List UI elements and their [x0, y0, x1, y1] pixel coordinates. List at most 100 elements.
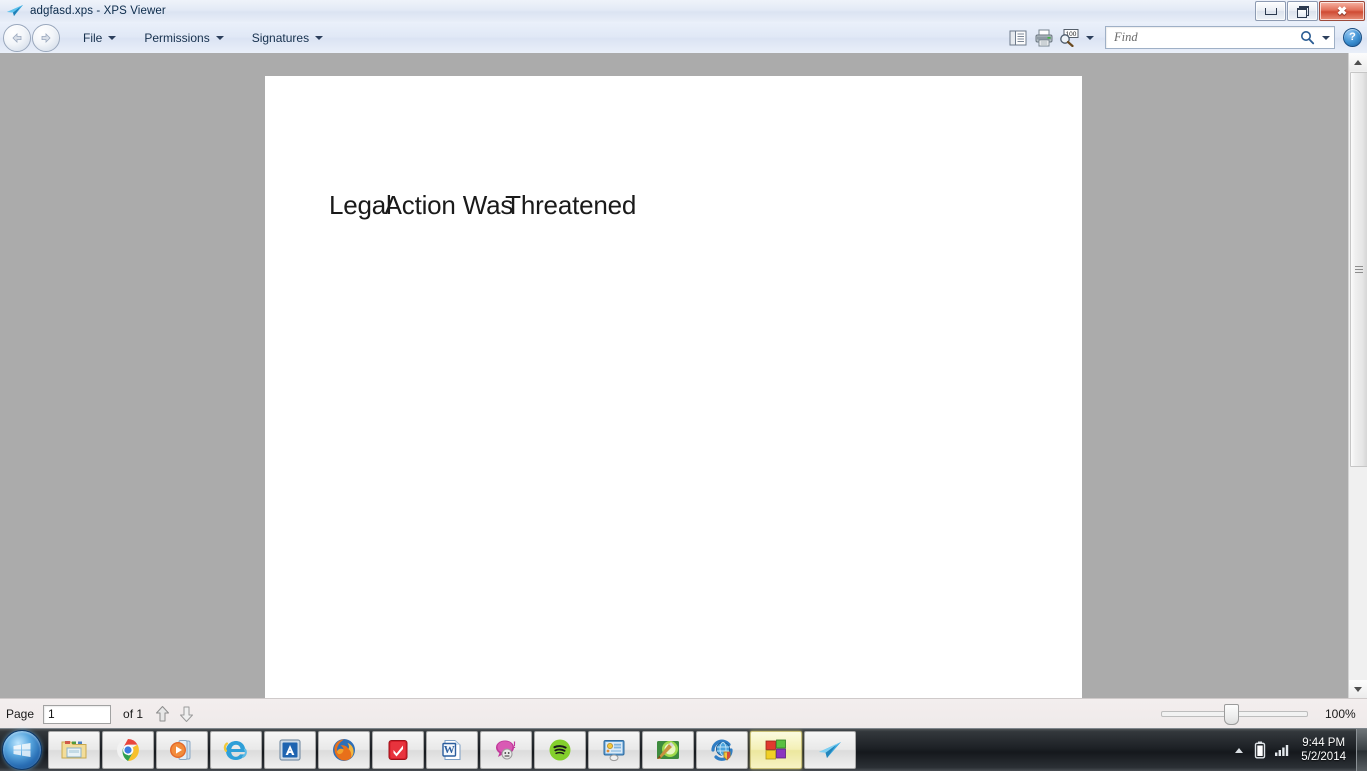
chevron-down-icon [108, 35, 117, 40]
document-word-2: Action [384, 190, 456, 220]
zoom-slider-track[interactable] [1161, 704, 1308, 725]
back-button[interactable] [3, 23, 31, 52]
vertical-scrollbar[interactable] [1348, 53, 1367, 698]
help-button[interactable]: ? [1343, 28, 1362, 47]
autodesk-app-icon [279, 739, 301, 761]
menu-signatures[interactable]: Signatures [247, 26, 328, 50]
taskbar-item-yahoo-messenger[interactable]: ! [480, 731, 532, 769]
window-title: adgfasd.xps - XPS Viewer [30, 5, 166, 17]
page-total-label: of 1 [123, 707, 144, 721]
svg-text:W: W [444, 744, 455, 756]
clock-time: 9:44 PM [1302, 737, 1346, 749]
zoom-slider-thumb[interactable] [1224, 704, 1239, 725]
page-layout-button[interactable] [1005, 25, 1031, 51]
taskbar-item-microsoft-word[interactable]: W [426, 731, 478, 769]
show-desktop-button[interactable] [1356, 729, 1367, 771]
zoom-dropdown-button[interactable] [1081, 25, 1099, 51]
print-button[interactable] [1031, 25, 1057, 51]
print-icon [1035, 29, 1053, 46]
close-button[interactable]: ✖ [1319, 1, 1365, 21]
next-page-button[interactable] [175, 703, 197, 725]
back-arrow-icon [12, 32, 22, 43]
chevron-down-icon [1322, 35, 1330, 40]
four-squares-icon [765, 739, 786, 760]
restore-icon [1297, 6, 1309, 18]
xps-viewer-window: adgfasd.xps - XPS Viewer ✖ File Permissi… [0, 0, 1367, 771]
taskbar-item-four-squares-app[interactable] [750, 731, 802, 769]
previous-page-button[interactable] [151, 703, 173, 725]
zoom-button[interactable]: 100 [1057, 25, 1081, 51]
chevron-up-icon [1235, 747, 1244, 753]
document-viewport[interactable]: LegalAction WasThreatened [0, 53, 1349, 698]
network-button[interactable] [1271, 743, 1293, 757]
toolbar-right-group: 100 Find ? [1005, 22, 1362, 53]
menu-permissions-label: Permissions [144, 30, 210, 45]
chevron-down-icon [215, 35, 224, 40]
clock-date: 5/2/2014 [1301, 751, 1346, 763]
minimize-icon [1264, 7, 1277, 15]
menu-bar: File Permissions Signatures [78, 26, 328, 50]
forward-arrow-icon [41, 32, 51, 43]
taskbar-item-security-globe-app[interactable] [696, 731, 748, 769]
clock[interactable]: 9:44 PM 5/2/2014 [1301, 736, 1346, 764]
show-hidden-icons-button[interactable] [1229, 747, 1249, 754]
taskbar-item-internet-explorer[interactable] [210, 731, 262, 769]
arrow-down-icon [179, 706, 193, 722]
taskbar-item-mozilla-firefox[interactable] [318, 731, 370, 769]
zoom-control[interactable]: 100% [1161, 699, 1359, 729]
red-check-app-icon [388, 740, 408, 760]
document-word-4: Threatened [505, 190, 637, 220]
xps-viewer-icon [5, 3, 27, 19]
navigation-buttons [3, 23, 61, 52]
taskbar-item-xps-viewer[interactable] [804, 731, 856, 769]
yahoo-messenger-icon: ! [496, 740, 516, 760]
restore-button[interactable] [1287, 1, 1318, 21]
page-number-input[interactable] [43, 704, 112, 724]
microsoft-word-icon: W [442, 740, 461, 760]
minimize-button[interactable] [1255, 1, 1286, 21]
help-icon: ? [1349, 31, 1356, 43]
security-globe-icon [711, 739, 733, 761]
paint-app-icon [657, 741, 679, 759]
xps-viewer-taskbar-icon [819, 742, 841, 758]
menu-file[interactable]: File [78, 26, 121, 50]
menu-signatures-label: Signatures [251, 30, 310, 45]
battery-icon [1255, 741, 1266, 759]
control-panel-icon [603, 740, 625, 762]
taskbar-item-file-explorer[interactable] [48, 731, 100, 769]
scrollbar-thumb[interactable] [1350, 72, 1367, 467]
svg-text:!: ! [513, 740, 516, 750]
page-label: Page [6, 707, 35, 721]
scrollbar-grip-icon [1355, 266, 1363, 273]
scroll-down-button[interactable] [1349, 680, 1367, 698]
spotify-icon [549, 739, 571, 761]
windows-media-player-icon [170, 740, 191, 760]
scroll-up-button[interactable] [1349, 53, 1367, 71]
close-icon: ✖ [1336, 4, 1348, 18]
taskbar-item-paint-app[interactable] [642, 731, 694, 769]
internet-explorer-icon [223, 741, 247, 760]
status-bar: Page of 1 100% [0, 698, 1367, 729]
arrow-up-icon [155, 706, 169, 722]
taskbar-item-google-chrome[interactable] [102, 731, 154, 769]
search-icon [1300, 31, 1314, 45]
title-bar: adgfasd.xps - XPS Viewer ✖ [0, 0, 1367, 23]
taskbar-item-spotify[interactable] [534, 731, 586, 769]
search-input[interactable] [1112, 28, 1296, 47]
chevron-down-icon [1086, 35, 1094, 40]
find-dropdown-button[interactable] [1318, 35, 1334, 40]
forward-button[interactable] [32, 23, 60, 52]
document-page: LegalAction WasThreatened [265, 76, 1082, 698]
menu-permissions[interactable]: Permissions [139, 26, 228, 50]
taskbar-item-windows-media-player[interactable] [156, 731, 208, 769]
find-box[interactable] [1105, 26, 1335, 49]
zoom-percent-label: 100% [1325, 707, 1356, 721]
start-button[interactable] [2, 730, 42, 770]
taskbar-item-control-panel-app[interactable] [588, 731, 640, 769]
search-button[interactable] [1296, 30, 1318, 45]
battery-button[interactable] [1249, 741, 1271, 759]
taskbar-item-autodesk-app[interactable] [264, 731, 316, 769]
window-controls: ✖ [1255, 1, 1365, 21]
taskbar-item-red-check-app[interactable] [372, 731, 424, 769]
windows-logo-icon [13, 743, 31, 757]
